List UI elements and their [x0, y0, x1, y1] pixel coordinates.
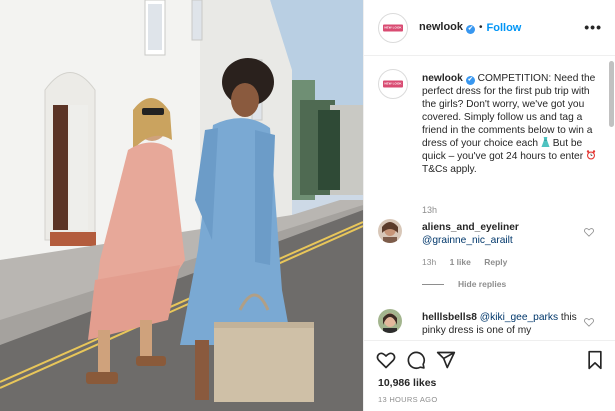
caption-verified-badge-icon: ✔ — [465, 76, 475, 85]
comments-scrollbar[interactable] — [609, 61, 614, 127]
hide-replies-button[interactable]: Hide replies — [422, 279, 506, 289]
hide-replies-line — [422, 283, 444, 285]
username-text[interactable]: newlook — [419, 21, 463, 33]
comment-icon[interactable] — [406, 350, 426, 370]
comment-timestamp[interactable]: 13h — [422, 257, 436, 267]
comment-username[interactable]: helllsbells8 — [422, 312, 477, 323]
heart-icon[interactable] — [376, 350, 396, 370]
header-separator: • — [479, 22, 483, 33]
more-options-icon[interactable]: ••• — [584, 20, 602, 34]
share-icon[interactable] — [436, 350, 456, 370]
comments-section[interactable]: NEW LOOK newlook ✔ COMPETITION: Need the … — [364, 57, 615, 339]
bookmark-icon[interactable] — [585, 350, 605, 370]
comment-likes-count[interactable]: 1 like — [450, 257, 471, 267]
hide-replies-label[interactable]: Hide replies — [458, 279, 506, 289]
verified-badge-icon: ✔ — [466, 25, 476, 34]
post-actions: 10,986 likes 13 HOURS AGO — [364, 340, 615, 411]
profile-username[interactable]: newlook ✔ — [419, 21, 476, 34]
comment-mention-link[interactable]: @kiki_gee_parks — [480, 312, 558, 323]
caption-timestamp[interactable]: 13h — [422, 205, 437, 215]
commenter-avatar[interactable] — [378, 219, 402, 243]
comment-like-heart-icon[interactable] — [584, 228, 594, 237]
post-header: NEW LOOK newlook ✔ • Follow ••• — [364, 0, 615, 56]
follow-button[interactable]: Follow — [487, 22, 522, 34]
comment-reply-button[interactable]: Reply — [484, 257, 507, 267]
comment-mention-link[interactable]: @grainne_nic_arailt — [422, 235, 513, 246]
caption-brand-logo: NEW LOOK — [383, 80, 403, 88]
post-panel: NEW LOOK newlook ✔ • Follow ••• NEW LOOK … — [363, 0, 615, 411]
caption-avatar[interactable]: NEW LOOK — [378, 69, 408, 99]
alarm-clock-emoji-icon — [586, 150, 596, 160]
comment-text: aliens_and_eyeliner @grainne_nic_arailt — [422, 221, 588, 247]
comment-like-heart-icon[interactable] — [584, 318, 594, 327]
caption-username[interactable]: newlook — [422, 73, 463, 84]
likes-count[interactable]: 10,986 likes — [378, 377, 436, 389]
caption-body-3: T&Cs apply. — [422, 164, 477, 175]
brand-logo: NEW LOOK — [383, 24, 403, 31]
dress-emoji-icon — [541, 137, 550, 147]
comment-username[interactable]: aliens_and_eyeliner — [422, 222, 519, 233]
comment-text: helllsbells8 @kiki_gee_parks this pinky … — [422, 311, 588, 337]
post-image — [0, 0, 363, 411]
comment-meta: 13h 1 like Reply — [422, 257, 518, 267]
commenter-avatar[interactable] — [378, 309, 402, 333]
post-photo[interactable] — [0, 0, 363, 411]
caption-text: newlook ✔ COMPETITION: Need the perfect d… — [422, 72, 606, 176]
post-timestamp[interactable]: 13 HOURS AGO — [378, 395, 437, 404]
profile-avatar[interactable]: NEW LOOK — [378, 12, 408, 43]
